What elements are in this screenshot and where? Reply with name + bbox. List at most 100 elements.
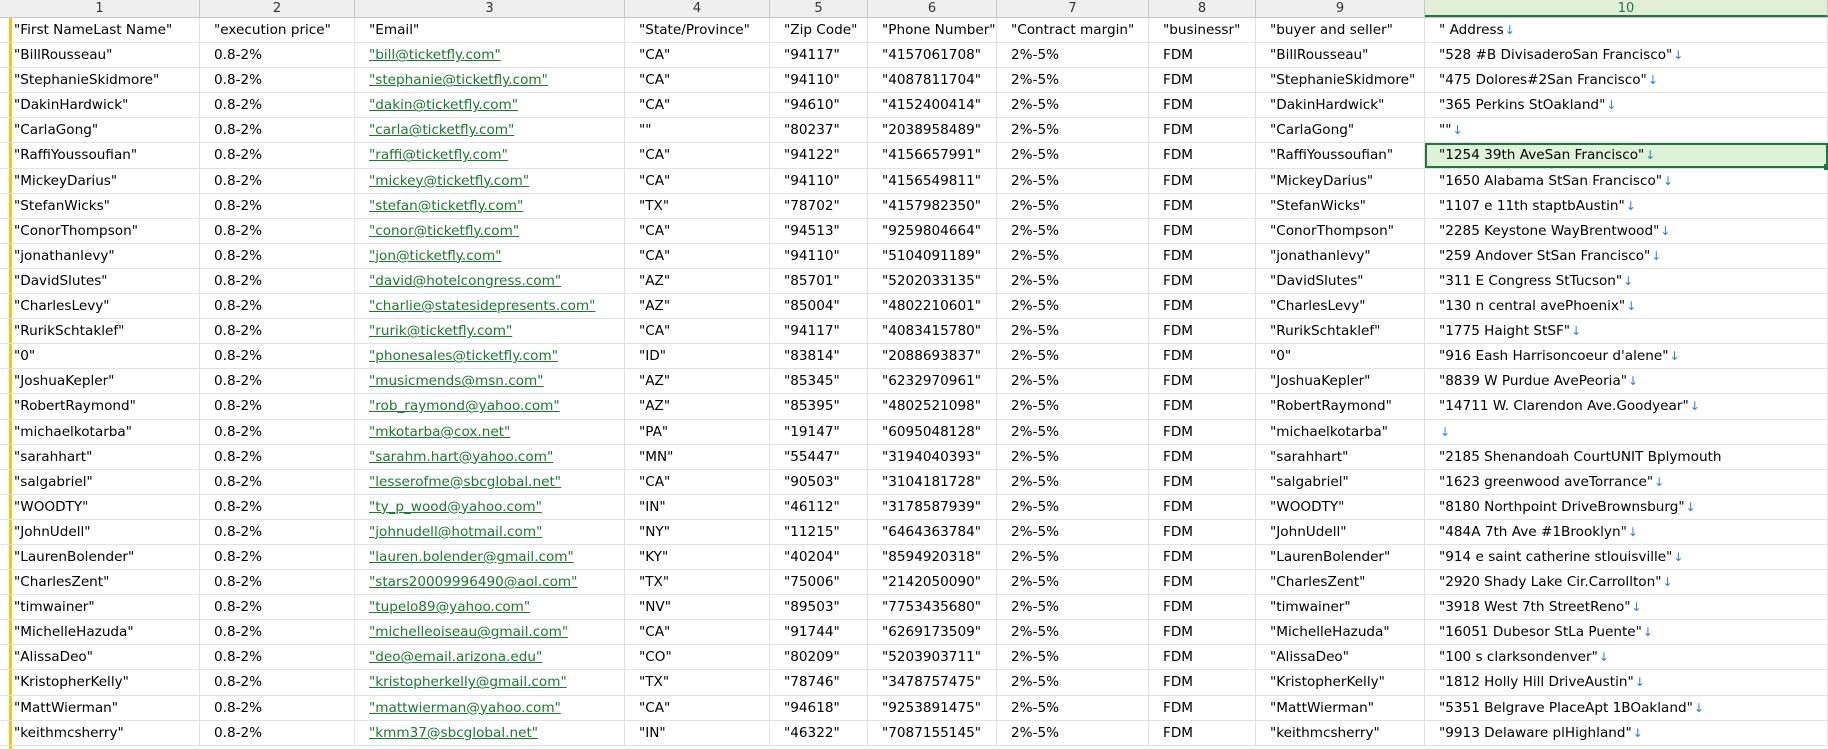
- cell-r17-c9[interactable]: "michaelkotarba": [1256, 419, 1425, 444]
- cell-r14-c5[interactable]: "83814": [770, 344, 868, 369]
- cell-r1-c7[interactable]: "Contract margin": [997, 18, 1149, 43]
- cell-r23-c3[interactable]: "stars20009996490@aol.com": [355, 570, 625, 595]
- cell-r18-c4[interactable]: "MN": [625, 444, 770, 469]
- cell-r5-c2[interactable]: 0.8-2%: [200, 118, 355, 143]
- cell-r24-c2[interactable]: 0.8-2%: [200, 595, 355, 620]
- cell-r4-c1[interactable]: "DakinHardwick": [0, 93, 200, 118]
- cell-r14-c8[interactable]: FDM: [1149, 344, 1256, 369]
- cell-r6-c6[interactable]: "4156657991": [868, 143, 997, 168]
- cell-r29-c6[interactable]: "7087155145": [868, 720, 997, 745]
- cell-r12-c7[interactable]: 2%-5%: [997, 294, 1149, 319]
- cell-r20-c2[interactable]: 0.8-2%: [200, 494, 355, 519]
- cell-r28-c5[interactable]: "94618": [770, 695, 868, 720]
- cell-r6-c1[interactable]: "RaffiYoussoufian": [0, 143, 200, 168]
- cell-r26-c6[interactable]: "5203903711": [868, 645, 997, 670]
- cell-r22-c9[interactable]: "LaurenBolender": [1256, 544, 1425, 570]
- cell-r4-c6[interactable]: "4152400414": [868, 93, 997, 118]
- cell-r27-c3[interactable]: "kristopherkelly@gmail.com": [355, 670, 625, 695]
- cell-r6-c10[interactable]: "1254 39th AveSan Francisco"↓: [1425, 143, 1828, 168]
- email-link[interactable]: "mattwierman@yahoo.com": [369, 700, 561, 716]
- cell-r7-c3[interactable]: "mickey@ticketfly.com": [355, 168, 625, 193]
- cell-r11-c5[interactable]: "85701": [770, 268, 868, 294]
- cell-r26-c10[interactable]: "100 s clarksondenver"↓: [1425, 645, 1828, 670]
- cell-r13-c3[interactable]: "rurik@ticketfly.com": [355, 319, 625, 344]
- cell-r20-c5[interactable]: "46112": [770, 494, 868, 519]
- cell-r25-c7[interactable]: 2%-5%: [997, 620, 1149, 645]
- cell-r17-c8[interactable]: FDM: [1149, 419, 1256, 444]
- column-header-8[interactable]: 8: [1149, 0, 1256, 17]
- cell-r28-c2[interactable]: 0.8-2%: [200, 695, 355, 720]
- email-link[interactable]: "mickey@ticketfly.com": [369, 173, 529, 189]
- column-header-7[interactable]: 7: [997, 0, 1149, 17]
- column-header-5[interactable]: 5: [770, 0, 868, 17]
- cell-r16-c2[interactable]: 0.8-2%: [200, 394, 355, 419]
- cell-r9-c5[interactable]: "94513": [770, 218, 868, 243]
- cell-r2-c6[interactable]: "4157061708": [868, 43, 997, 68]
- cell-r14-c2[interactable]: 0.8-2%: [200, 344, 355, 369]
- cell-r3-c4[interactable]: "CA": [625, 68, 770, 93]
- cell-r14-c4[interactable]: "ID": [625, 344, 770, 369]
- cell-r27-c9[interactable]: "KristopherKelly": [1256, 670, 1425, 695]
- cell-r24-c4[interactable]: "NV": [625, 595, 770, 620]
- cell-r4-c2[interactable]: 0.8-2%: [200, 93, 355, 118]
- cell-r18-c1[interactable]: "sarahhart": [0, 444, 200, 469]
- cell-r15-c7[interactable]: 2%-5%: [997, 369, 1149, 394]
- cell-r3-c6[interactable]: "4087811704": [868, 68, 997, 93]
- cell-r3-c8[interactable]: FDM: [1149, 68, 1256, 93]
- email-link[interactable]: "johnudell@hotmail.com": [369, 524, 542, 540]
- cell-r12-c5[interactable]: "85004": [770, 294, 868, 319]
- cell-r28-c9[interactable]: "MattWierman": [1256, 695, 1425, 720]
- cell-r2-c4[interactable]: "CA": [625, 43, 770, 68]
- cell-r4-c4[interactable]: "CA": [625, 93, 770, 118]
- cell-r25-c9[interactable]: "MichelleHazuda": [1256, 620, 1425, 645]
- email-link[interactable]: "musicmends@msn.com": [369, 373, 544, 389]
- cell-r14-c10[interactable]: "916 Eash Harrisoncoeur d'alene"↓: [1425, 344, 1828, 369]
- cell-r7-c2[interactable]: 0.8-2%: [200, 168, 355, 193]
- cell-r2-c3[interactable]: "bill@ticketfly.com": [355, 43, 625, 68]
- cell-r11-c4[interactable]: "AZ": [625, 268, 770, 294]
- cell-r8-c4[interactable]: "TX": [625, 193, 770, 218]
- cell-r10-c5[interactable]: "94110": [770, 243, 868, 268]
- cell-r10-c10[interactable]: "259 Andover StSan Francisco"↓: [1425, 243, 1828, 268]
- cell-r21-c6[interactable]: "6464363784": [868, 519, 997, 544]
- cell-r22-c5[interactable]: "40204": [770, 544, 868, 570]
- cell-r4-c10[interactable]: "365 Perkins StOakland"↓: [1425, 93, 1828, 118]
- cell-r10-c3[interactable]: "jon@ticketfly.com": [355, 243, 625, 268]
- email-link[interactable]: "stefan@ticketfly.com": [369, 198, 523, 214]
- cell-r7-c1[interactable]: "MickeyDarius": [0, 168, 200, 193]
- cell-r16-c6[interactable]: "4802521098": [868, 394, 997, 419]
- cell-r11-c7[interactable]: 2%-5%: [997, 268, 1149, 294]
- cell-r7-c6[interactable]: "4156549811": [868, 168, 997, 193]
- cell-r18-c2[interactable]: 0.8-2%: [200, 444, 355, 469]
- cell-r10-c8[interactable]: FDM: [1149, 243, 1256, 268]
- cell-r6-c3[interactable]: "raffi@ticketfly.com": [355, 143, 625, 168]
- cell-r11-c3[interactable]: "david@hotelcongress.com": [355, 268, 625, 294]
- cell-r1-c3[interactable]: "Email": [355, 18, 625, 43]
- cell-r19-c5[interactable]: "90503": [770, 469, 868, 494]
- email-link[interactable]: "bill@ticketfly.com": [369, 47, 501, 63]
- cell-r25-c4[interactable]: "CA": [625, 620, 770, 645]
- cell-r14-c7[interactable]: 2%-5%: [997, 344, 1149, 369]
- cell-r12-c2[interactable]: 0.8-2%: [200, 294, 355, 319]
- cell-r12-c9[interactable]: "CharlesLevy": [1256, 294, 1425, 319]
- cell-r24-c7[interactable]: 2%-5%: [997, 595, 1149, 620]
- cell-r20-c10[interactable]: "8180 Northpoint DriveBrownsburg"↓: [1425, 494, 1828, 519]
- cell-r24-c5[interactable]: "89503": [770, 595, 868, 620]
- cell-r6-c9[interactable]: "RaffiYoussoufian": [1256, 143, 1425, 168]
- cell-r18-c5[interactable]: "55447": [770, 444, 868, 469]
- cell-r14-c6[interactable]: "2088693837": [868, 344, 997, 369]
- cell-r10-c1[interactable]: "jonathanlevy": [0, 243, 200, 268]
- cell-r29-c3[interactable]: "kmm37@sbcglobal.net": [355, 720, 625, 745]
- cell-r22-c4[interactable]: "KY": [625, 544, 770, 570]
- cell-r28-c10[interactable]: "5351 Belgrave PlaceApt 1BOakland"↓: [1425, 695, 1828, 720]
- cell-r13-c6[interactable]: "4083415780": [868, 319, 997, 344]
- cell-r23-c6[interactable]: "2142050090": [868, 570, 997, 595]
- cell-r3-c7[interactable]: 2%-5%: [997, 68, 1149, 93]
- cell-r26-c1[interactable]: "AlissaDeo": [0, 645, 200, 670]
- cell-r9-c9[interactable]: "ConorThompson": [1256, 218, 1425, 243]
- email-link[interactable]: "stephanie@ticketfly.com": [369, 72, 548, 88]
- cell-r27-c8[interactable]: FDM: [1149, 670, 1256, 695]
- cell-r19-c7[interactable]: 2%-5%: [997, 469, 1149, 494]
- cell-r20-c8[interactable]: FDM: [1149, 494, 1256, 519]
- cell-r2-c7[interactable]: 2%-5%: [997, 43, 1149, 68]
